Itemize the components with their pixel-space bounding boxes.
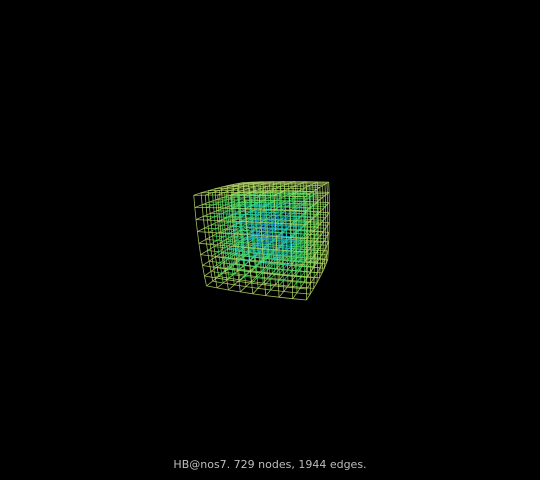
graph-edge [228,221,241,224]
graph-edge [274,274,276,285]
graph-edge [277,236,279,248]
graph-edge [258,182,260,193]
graph-edge [245,214,259,216]
graph-edge [312,191,315,205]
graph-edge [273,217,286,219]
graph-edge [281,245,283,258]
graph-edge [277,224,279,237]
graph-edge [245,208,260,210]
graph-edge [295,220,297,234]
graph-edge [313,205,326,207]
graph-edge [276,212,291,214]
graph-edge [310,196,324,198]
graph-edge [195,219,208,221]
graph-edge [281,221,283,233]
graph-edge [285,218,299,220]
graph-edge [305,210,307,226]
graph-edge [298,190,300,205]
graph-edge [302,188,317,190]
graph-edge [285,228,288,242]
graph-edge [275,249,277,260]
graph-edge [273,195,290,197]
graph-edge [277,262,279,275]
graph-edge [289,200,304,202]
graph-edge [274,228,276,240]
graph-edge [293,198,295,211]
graph-edge [285,216,287,229]
graph-edge [207,219,220,221]
graph-edge [281,232,284,244]
graph-edge [274,239,276,250]
graph-visualization [0,0,540,480]
graph-caption: HB@nos7. 729 nodes, 1944 edges. [173,458,367,471]
graph-edge [265,205,281,207]
graph-edge [294,206,296,221]
